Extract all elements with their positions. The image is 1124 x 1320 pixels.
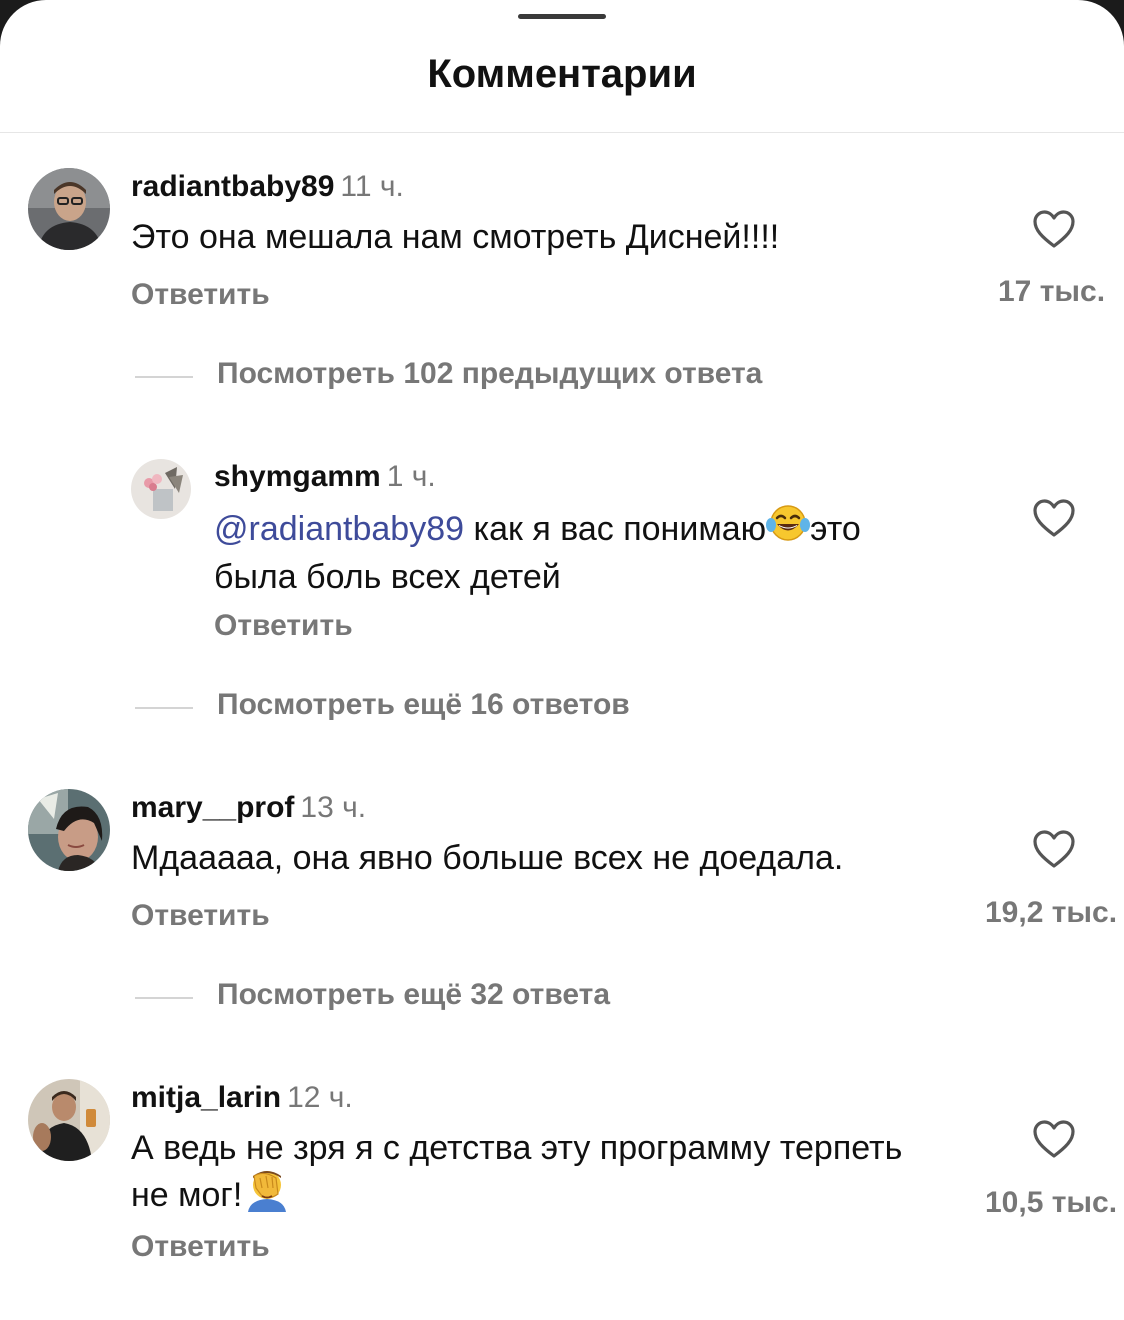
comments-sheet: Комментарии radiantbaby89 11 ч. Это она м… [0,0,1124,1320]
view-replies-label: Посмотреть ещё 16 ответов [217,688,630,721]
view-replies-button[interactable]: Посмотреть ещё 32 ответа [135,978,835,1018]
username[interactable]: mitja_larin [131,1081,281,1114]
sheet-title: Комментарии [427,52,697,96]
heart-icon[interactable] [1032,209,1076,249]
username[interactable]: shymgamm [214,460,381,493]
username[interactable]: mary__prof [131,791,294,824]
man-with-glasses-photo-icon [28,168,110,250]
avatar[interactable] [28,1079,110,1161]
man-mirror-selfie-photo-icon [28,1079,110,1161]
sheet-grabber[interactable] [518,14,606,19]
comment-meta: shymgamm 1 ч. [214,460,436,494]
comment-time: 1 ч. [386,460,436,493]
heart-icon[interactable] [1032,829,1076,869]
avatar[interactable] [28,789,110,871]
comment-text-part: это [810,509,861,548]
reply-button[interactable]: Ответить [131,899,270,933]
reply-button[interactable]: Ответить [214,609,353,643]
view-replies-button[interactable]: Посмотреть ещё 16 ответов [135,688,835,728]
heart-icon[interactable] [1032,498,1076,538]
heart-icon[interactable] [1032,1119,1076,1159]
comment-text: @radiantbaby89 как я вас понимаю это был… [214,503,1004,598]
comment-text-part: не мог! [131,1175,243,1214]
facepalm-emoji-icon [242,1166,292,1222]
comment-text: Мдааааа, она явно больше всех не доедала… [131,839,844,877]
comment-meta: mary__prof 13 ч. [131,791,366,825]
avatar[interactable] [28,168,110,250]
comment-text-part: была боль всех детей [214,558,561,596]
replies-line [135,997,193,999]
like-count: 19,2 тыс. [985,896,1118,929]
username[interactable]: radiantbaby89 [131,170,334,203]
like-count: 17 тыс. [998,275,1106,308]
view-replies-label: Посмотреть 102 предыдущих ответа [217,357,763,390]
mention-link[interactable]: @radiantbaby89 [214,510,464,548]
comment-text: А ведь не зря я с детства эту программу … [131,1127,1011,1225]
comment-time: 11 ч. [340,170,404,203]
comment-meta: radiantbaby89 11 ч. [131,170,404,204]
tears-of-joy-emoji-icon [766,503,811,553]
comment-time: 13 ч. [300,791,367,824]
reply-button[interactable]: Ответить [131,278,270,312]
view-replies-label: Посмотреть ещё 32 ответа [217,978,611,1011]
woman-photo-icon [28,789,110,871]
replies-line [135,376,193,378]
comment-text: Это она мешала нам смотреть Дисней!!!! [131,218,780,256]
replies-line [135,707,193,709]
flowers-photo-icon [131,459,191,519]
view-replies-button[interactable]: Посмотреть 102 предыдущих ответа [135,357,835,397]
comment-time: 12 ч. [287,1081,353,1114]
reply-button[interactable]: Ответить [131,1230,270,1264]
comment-meta: mitja_larin 12 ч. [131,1081,353,1115]
comment-text-part: А ведь не зря я с детства эту программу … [131,1129,903,1167]
comment-text-part: как я вас понимаю [473,509,767,548]
header-divider [0,132,1124,133]
avatar[interactable] [131,459,191,519]
like-count: 10,5 тыс. [985,1186,1118,1219]
